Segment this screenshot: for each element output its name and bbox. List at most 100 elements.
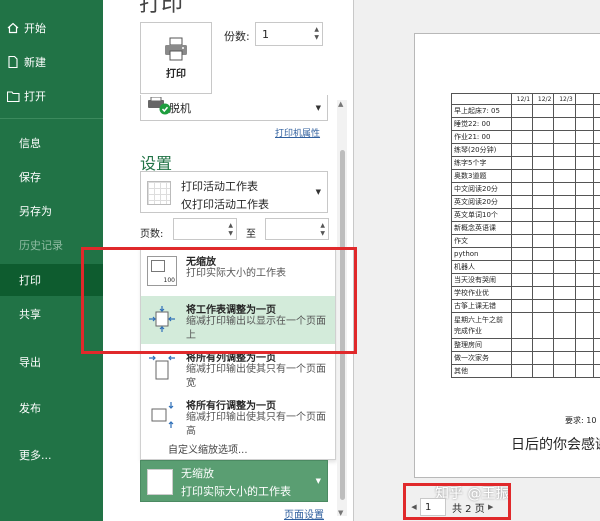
nav-save[interactable]: 保存 bbox=[0, 162, 103, 192]
table-row: 中文阅读20分 bbox=[451, 182, 600, 196]
nav-home[interactable]: 开始 bbox=[0, 13, 103, 43]
nav-save-as[interactable]: 另存为 bbox=[0, 196, 103, 226]
chevron-down-icon: ▼ bbox=[315, 477, 321, 485]
chevron-up-icon[interactable]: ▲ bbox=[320, 222, 325, 230]
scale-option-title: 将所有列调整为一页 bbox=[186, 353, 276, 364]
row-label: 睡觉22: 00 bbox=[451, 117, 512, 131]
scroll-down-icon[interactable]: ▼ bbox=[338, 509, 343, 517]
scaling-dropdown[interactable]: 无缩放 打印实际大小的工作表 ▼ bbox=[140, 460, 328, 502]
chevron-up-icon[interactable]: ▲ bbox=[314, 26, 319, 34]
table-row: 机器人 bbox=[451, 260, 600, 274]
scroll-up-icon[interactable]: ▲ bbox=[338, 100, 343, 108]
nav-separator bbox=[0, 118, 103, 119]
table-row: 英文单词10个 bbox=[451, 208, 600, 222]
pages-to-spinner[interactable]: ▲ ▼ bbox=[320, 222, 325, 238]
pages-label: 页数: bbox=[140, 229, 164, 240]
print-what-dropdown[interactable]: 打印活动工作表 仅打印活动工作表 ▼ bbox=[140, 171, 328, 213]
require-text: 要求: 10 bbox=[565, 416, 597, 425]
row-label: 机器人 bbox=[451, 260, 512, 274]
custom-scaling-option[interactable]: 自定义缩放选项... bbox=[168, 441, 248, 456]
copies-spinner[interactable]: ▲ ▼ bbox=[314, 26, 319, 42]
table-row: 练琴(20分钟) bbox=[451, 143, 600, 157]
nav-save-label: 保存 bbox=[19, 171, 41, 184]
print-button[interactable]: 打印 bbox=[140, 22, 212, 94]
row-label: 做一次家务 bbox=[451, 351, 512, 365]
page-setup-link[interactable]: 页面设置 bbox=[284, 506, 324, 521]
previous-page-icon[interactable]: ◀ bbox=[408, 503, 420, 511]
nav-info-label: 信息 bbox=[19, 137, 41, 150]
scale-icon-label: 100 bbox=[163, 277, 175, 284]
row-label: 作文 bbox=[451, 234, 512, 248]
nav-new-label: 新建 bbox=[24, 56, 46, 69]
scale-option-title: 无缩放 bbox=[186, 257, 216, 268]
chevron-up-icon[interactable]: ▲ bbox=[228, 222, 233, 230]
table-row: 早上起床7: 05 bbox=[451, 104, 600, 118]
nav-new[interactable]: 新建 bbox=[0, 47, 103, 77]
table-row: 学校作业优 bbox=[451, 286, 600, 300]
nav-more-label: 更多... bbox=[19, 449, 52, 462]
preview-footer-text: 日后的你会感谢 bbox=[511, 437, 600, 453]
table-row: 古筝上课无错 bbox=[451, 299, 600, 313]
scale-option-desc: 缩减打印输出使其只有一个页面宽 bbox=[186, 364, 326, 389]
copies-input[interactable]: 1 ▲ ▼ bbox=[255, 22, 323, 46]
row-label: 英文阅读20分 bbox=[451, 195, 512, 209]
row-label: 英文单词10个 bbox=[451, 208, 512, 222]
new-document-icon bbox=[6, 55, 20, 69]
row-label: 古筝上课无错 bbox=[451, 299, 512, 313]
table-row: 练字5个字 bbox=[451, 156, 600, 170]
table-row: 其他 bbox=[451, 364, 600, 378]
scrollbar-thumb[interactable] bbox=[340, 150, 345, 500]
page-navigator: ◀ 1 共 2 页 ▶ bbox=[408, 496, 508, 518]
nav-open[interactable]: 打开 bbox=[0, 81, 103, 111]
backstage-sidebar: 开始 新建 打开 信息 保存 另存为 历史记录 打印 共享 导出 发布 更多..… bbox=[0, 0, 103, 521]
nav-print-label: 打印 bbox=[19, 274, 41, 287]
row-label: 星期六上午之前完成作业 bbox=[451, 312, 512, 339]
pages-to-input[interactable]: ▲ ▼ bbox=[265, 218, 329, 240]
nav-print[interactable]: 打印 bbox=[0, 264, 103, 296]
printer-properties-link[interactable]: 打印机属性 bbox=[275, 126, 320, 139]
table-row: 作文 bbox=[451, 234, 600, 248]
nav-info[interactable]: 信息 bbox=[0, 128, 103, 158]
nav-more[interactable]: 更多... bbox=[0, 440, 103, 470]
next-page-icon[interactable]: ▶ bbox=[485, 503, 497, 511]
pages-from-spinner[interactable]: ▲ ▼ bbox=[228, 222, 233, 238]
preview-page: 12/1 12/2 12/3 早上起床7: 05 睡觉22: 00 作业21: … bbox=[414, 33, 600, 478]
pages-from-input[interactable]: ▲ ▼ bbox=[173, 218, 237, 240]
scaling-menu: 100 无缩放 打印实际大小的工作表 将工作表调整为一页 缩减打印输出以显示在一… bbox=[140, 247, 336, 460]
nav-history: 历史记录 bbox=[0, 230, 103, 260]
chevron-down-icon: ▼ bbox=[315, 188, 321, 196]
open-folder-icon bbox=[6, 89, 20, 103]
table-row: 当天没有哭闹 bbox=[451, 273, 600, 287]
chevron-down-icon[interactable]: ▼ bbox=[314, 34, 319, 42]
preview-sheet-table: 12/1 12/2 12/3 早上起床7: 05 睡觉22: 00 作业21: … bbox=[451, 93, 600, 378]
table-row: 睡觉22: 00 bbox=[451, 117, 600, 131]
no-scaling-icon: 100 bbox=[147, 256, 177, 286]
column-header: 12/2 bbox=[532, 93, 555, 105]
printer-dropdown[interactable]: 脱机 ▼ bbox=[140, 95, 328, 121]
chevron-down-icon[interactable]: ▼ bbox=[228, 230, 233, 238]
nav-publish[interactable]: 发布 bbox=[0, 393, 103, 423]
table-row: python bbox=[451, 247, 600, 261]
active-sheet-title: 打印活动工作表 bbox=[181, 180, 258, 193]
scale-option-fit-sheet[interactable]: 将工作表调整为一页 缩减打印输出以显示在一个页面上 bbox=[141, 296, 335, 344]
chevron-down-icon[interactable]: ▼ bbox=[320, 230, 325, 238]
chevron-down-icon: ▼ bbox=[315, 103, 321, 112]
page-number-input[interactable]: 1 bbox=[420, 498, 446, 516]
active-sheet-desc: 仅打印活动工作表 bbox=[181, 198, 269, 211]
scale-option-fit-rows[interactable]: 将所有行调整为一页 缩减打印输出使其只有一个页面高 bbox=[141, 392, 335, 438]
nav-export[interactable]: 导出 bbox=[0, 347, 103, 377]
table-row: 奥数3道题 bbox=[451, 169, 600, 183]
column-header: 12/3 bbox=[553, 93, 576, 105]
nav-save-as-label: 另存为 bbox=[19, 205, 52, 218]
scale-option-fit-columns[interactable]: 将所有列调整为一页 缩减打印输出使其只有一个页面宽 bbox=[141, 344, 335, 392]
scale-option-no-scaling[interactable]: 100 无缩放 打印实际大小的工作表 bbox=[141, 248, 335, 296]
fit-to-page-icon bbox=[149, 306, 175, 332]
printer-offline-icon bbox=[148, 97, 171, 115]
column-header: 12/1 bbox=[510, 93, 534, 105]
nav-share[interactable]: 共享 bbox=[0, 299, 103, 329]
nav-export-label: 导出 bbox=[19, 356, 41, 369]
row-label: 整理房间 bbox=[451, 338, 512, 352]
fit-rows-icon bbox=[151, 402, 174, 428]
table-row: 英文阅读20分 bbox=[451, 195, 600, 209]
table-row: 做一次家务 bbox=[451, 351, 600, 365]
